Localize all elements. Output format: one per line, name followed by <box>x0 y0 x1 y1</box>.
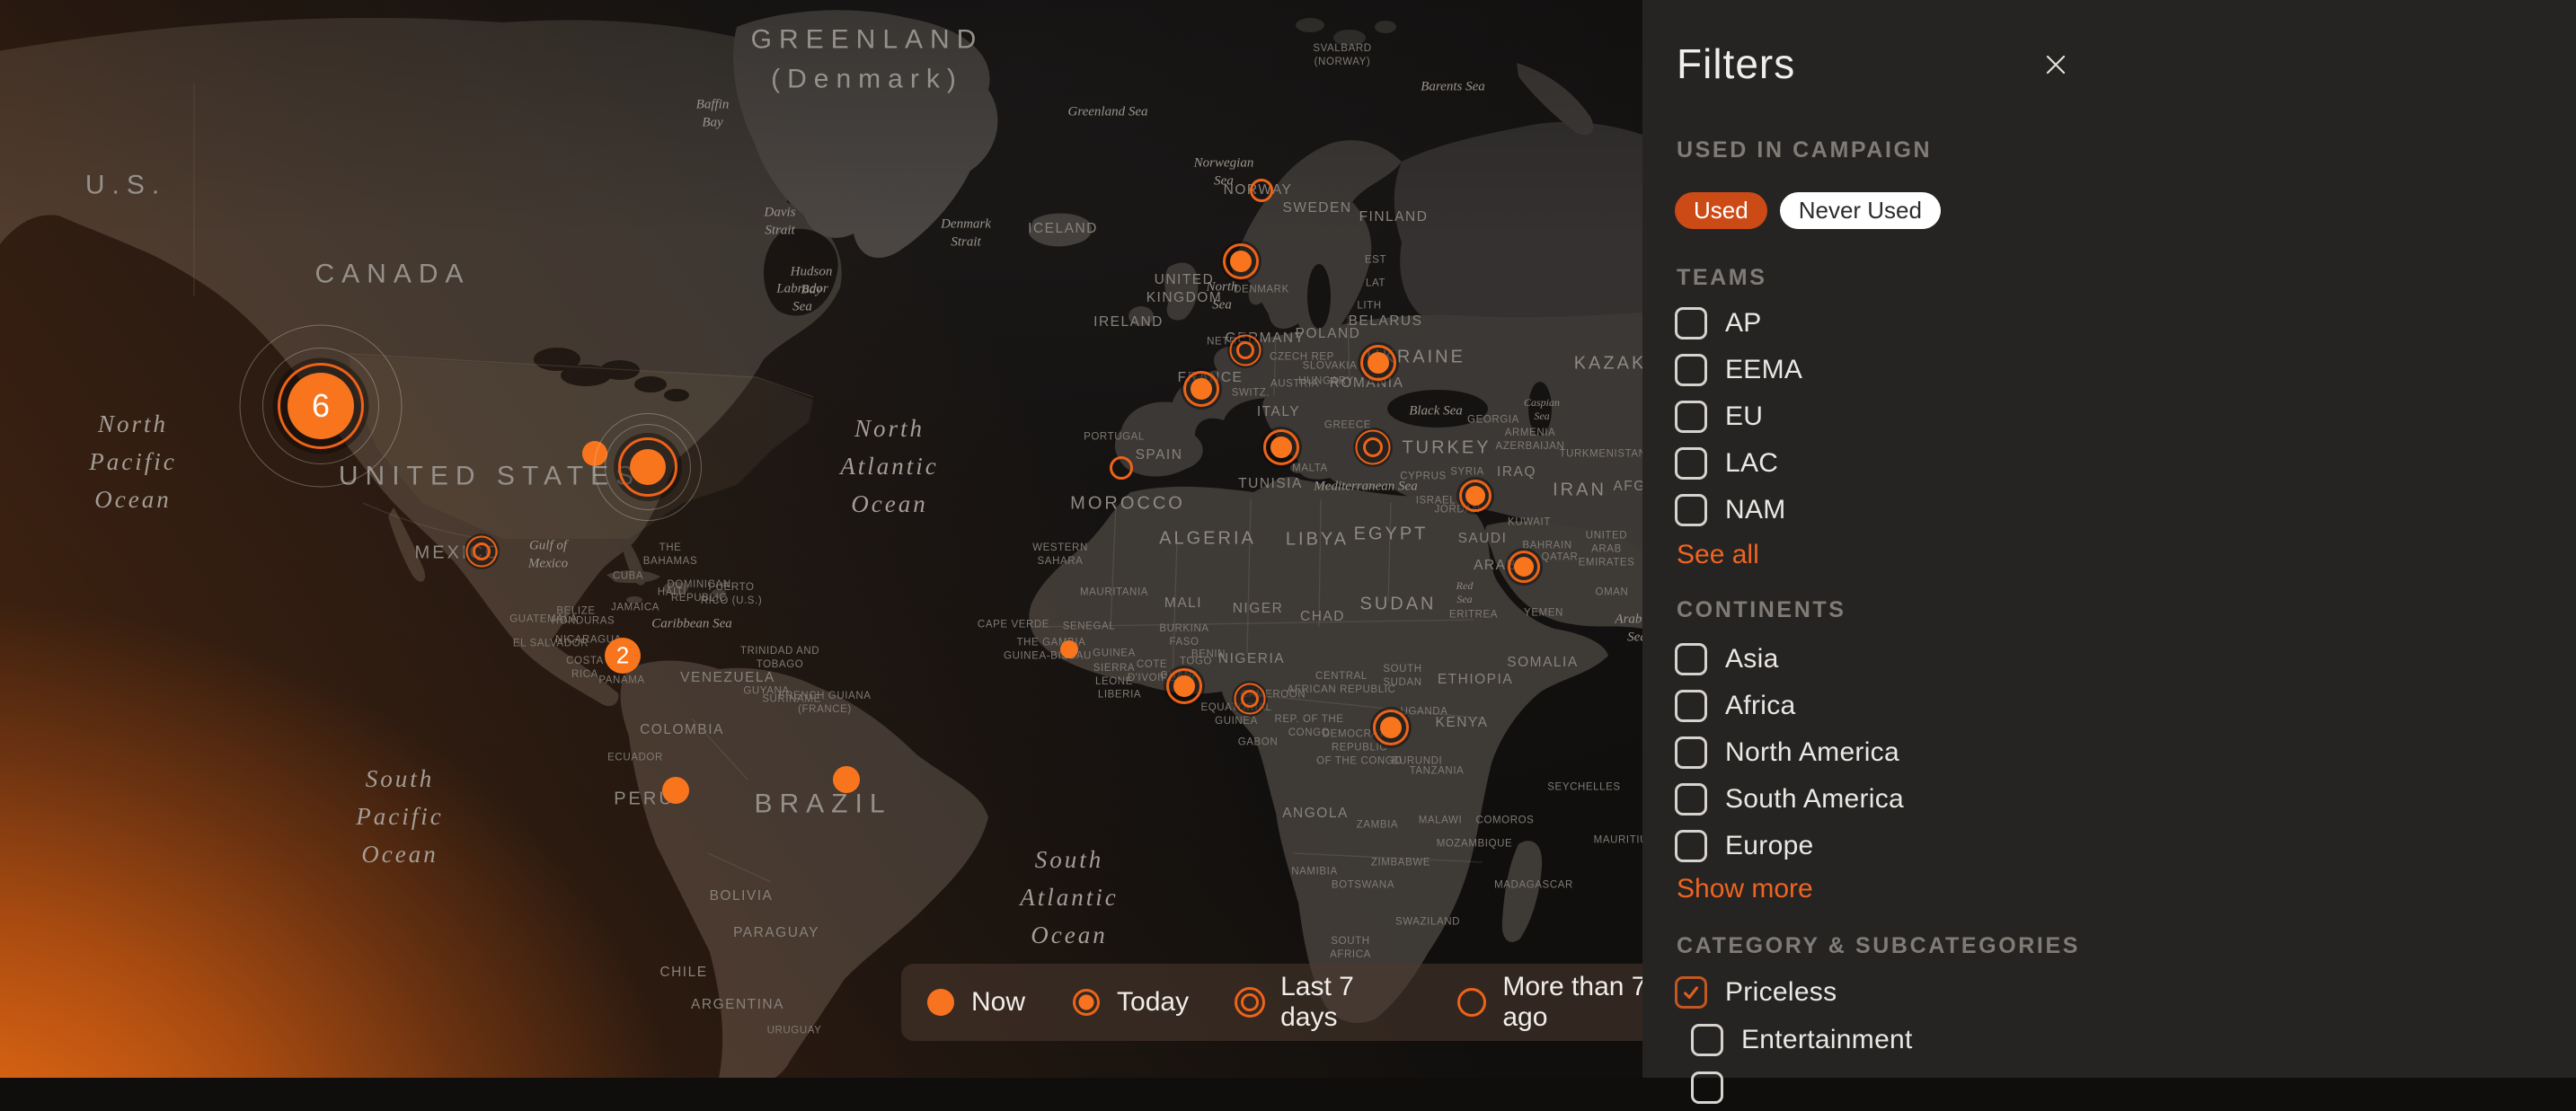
continents-list: Asia Africa North America South America Euro… <box>1675 636 1904 869</box>
section-header-teams: TEAMS <box>1677 265 1767 291</box>
checkbox-label-north-america: North America <box>1725 737 1899 768</box>
world-map[interactable]: GREENLAND (Denmark)U.S.CANADAUNITED STAT… <box>0 0 1642 1078</box>
checkbox-label-eu: EU <box>1725 401 1763 432</box>
checkbox-row-europe: Europe <box>1675 823 1904 869</box>
checkbox-row-lac: LAC <box>1675 440 1802 487</box>
checkbox-item[interactable] <box>1691 1071 1723 1104</box>
checkbox-ap[interactable] <box>1675 307 1707 339</box>
marker-core-circle <box>1230 251 1252 272</box>
checkbox-eu[interactable] <box>1675 401 1707 433</box>
section-header-category: CATEGORY & SUBCATEGORIES <box>1677 933 2080 959</box>
marker-core-circle <box>1368 352 1389 374</box>
checkbox-label-entertainment: Entertainment <box>1741 1025 1913 1055</box>
checkbox-north-america[interactable] <box>1675 736 1707 769</box>
checkbox-africa[interactable] <box>1675 690 1707 722</box>
chip-used[interactable]: Used <box>1675 192 1767 229</box>
close-icon <box>2042 51 2069 78</box>
legend-label: Now <box>971 987 1025 1018</box>
chip-never-used[interactable]: Never Used <box>1780 192 1941 229</box>
checkbox-south-america[interactable] <box>1675 783 1707 816</box>
checkbox-row-eema: EEMA <box>1675 347 1802 393</box>
marker-oring-circle <box>1110 456 1133 480</box>
checkbox-entertainment[interactable] <box>1691 1024 1723 1056</box>
checkbox-priceless[interactable] <box>1675 976 1707 1009</box>
checkbox-row-item <box>1675 1063 1913 1111</box>
checkbox-row-africa: Africa <box>1675 683 1904 729</box>
marker-oring2-circle <box>466 536 498 568</box>
show-more-link[interactable]: Show more <box>1677 874 1813 904</box>
checkbox-row-nam: NAM <box>1675 487 1802 533</box>
legend-label: More than 7 days ago <box>1502 972 1642 1033</box>
marker-core-circle <box>1191 378 1212 400</box>
checkbox-asia[interactable] <box>1675 643 1707 675</box>
legend-item-last-7-days: Last 7 days <box>1234 972 1411 1033</box>
marker-core-circle <box>1060 640 1078 658</box>
checkbox-row-south-america: South America <box>1675 776 1904 823</box>
marker-count: 2 <box>616 642 629 670</box>
marker-faint-circle <box>594 413 702 521</box>
checkbox-nam[interactable] <box>1675 494 1707 526</box>
marker-oring2-circle <box>1356 430 1391 465</box>
checkbox-row-asia: Asia <box>1675 636 1904 683</box>
checkbox-row-entertainment: Entertainment <box>1675 1016 1913 1063</box>
checkbox-label-europe: Europe <box>1725 831 1814 861</box>
legend-item-today: Today <box>1070 986 1189 1018</box>
checkbox-row-north-america: North America <box>1675 729 1904 776</box>
legend-item-more-than-7-days-ago: More than 7 days ago <box>1456 972 1642 1033</box>
legend-last7-icon <box>1234 986 1266 1018</box>
legend-today-icon <box>1070 986 1102 1018</box>
legend-label: Last 7 days <box>1280 972 1411 1033</box>
close-button[interactable] <box>2034 43 2077 86</box>
legend-now-icon <box>925 986 957 1018</box>
checkbox-europe[interactable] <box>1675 830 1707 862</box>
marker-oring2-circle <box>1235 683 1266 715</box>
map-legend: Now Today Last 7 days More than 7 days ago <box>901 964 1642 1041</box>
used-chip-group: Used Never Used <box>1675 192 1941 229</box>
map-landmasses <box>0 0 1642 1078</box>
marker-core-circle <box>1173 675 1195 697</box>
checkbox-label-nam: NAM <box>1725 495 1786 525</box>
checkbox-row-eu: EU <box>1675 393 1802 440</box>
legend-item-now: Now <box>925 986 1025 1018</box>
marker-oring-circle <box>1250 179 1273 202</box>
checkbox-label-priceless: Priceless <box>1725 977 1837 1008</box>
check-icon <box>1681 983 1701 1002</box>
checkbox-label-asia: Asia <box>1725 644 1779 675</box>
legend-more7-icon <box>1456 986 1488 1018</box>
marker-core-circle <box>1514 557 1534 577</box>
marker-core-circle <box>1380 717 1402 738</box>
marker-count: 6 <box>312 387 330 425</box>
checkbox-label-eema: EEMA <box>1725 355 1802 385</box>
section-header-continents: CONTINENTS <box>1677 597 1846 623</box>
marker-core-circle <box>1270 436 1292 458</box>
teams-list: AP EEMA EU LAC NAM <box>1675 300 1802 533</box>
page-title: Filters <box>1677 40 1795 88</box>
marker-core-circle <box>833 766 860 793</box>
app-root: { "panel": { "title": "Filters", "sectio… <box>0 0 2576 1078</box>
see-all-link[interactable]: See all <box>1677 540 1759 570</box>
marker-core-circle <box>662 777 689 804</box>
checkbox-row-priceless: Priceless <box>1675 968 1913 1016</box>
checkbox-eema[interactable] <box>1675 354 1707 386</box>
marker-core-circle <box>1465 486 1485 506</box>
category-list: Priceless Entertainment <box>1675 968 1913 1111</box>
checkbox-label-ap: AP <box>1725 308 1762 339</box>
legend-label: Today <box>1117 987 1189 1018</box>
section-header-used-in-campaign: USED IN CAMPAIGN <box>1677 137 1932 163</box>
checkbox-lac[interactable] <box>1675 447 1707 480</box>
checkbox-label-lac: LAC <box>1725 448 1778 479</box>
checkbox-label-south-america: South America <box>1725 784 1904 815</box>
checkbox-label-africa: Africa <box>1725 691 1796 721</box>
checkbox-row-ap: AP <box>1675 300 1802 347</box>
marker-oring2-circle <box>1230 335 1261 366</box>
filters-panel: Filters USED IN CAMPAIGN UsedNever Used … <box>1642 0 2576 1078</box>
